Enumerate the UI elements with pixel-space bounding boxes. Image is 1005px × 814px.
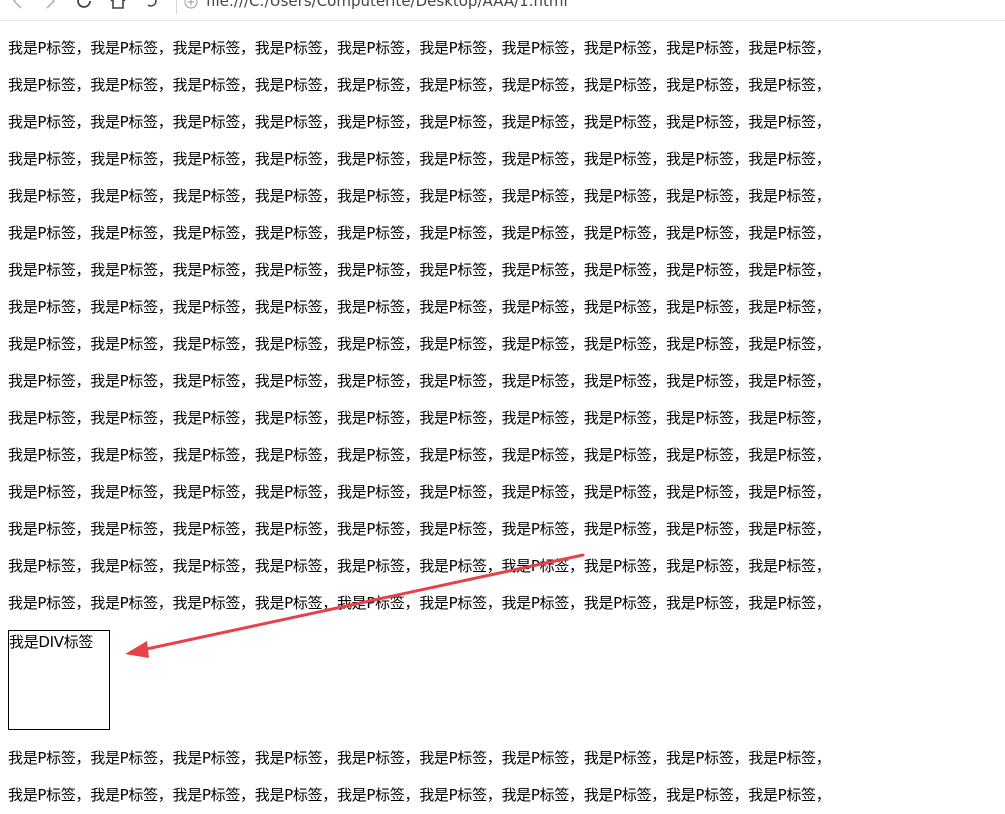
browser-toolbar: file:///C:/Users/Computerite/Desktop/AAA…: [0, 0, 1005, 21]
p-paragraph: 我是P标签，我是P标签，我是P标签，我是P标签，我是P标签，我是P标签，我是P标…: [8, 224, 831, 242]
reload-icon[interactable]: [74, 0, 94, 11]
p-paragraph: 我是P标签，我是P标签，我是P标签，我是P标签，我是P标签，我是P标签，我是P标…: [8, 446, 831, 464]
p-paragraph: 我是P标签，我是P标签，我是P标签，我是P标签，我是P标签，我是P标签，我是P标…: [8, 520, 831, 538]
p-paragraph: 我是P标签，我是P标签，我是P标签，我是P标签，我是P标签，我是P标签，我是P标…: [8, 372, 831, 390]
forward-icon[interactable]: [40, 0, 60, 11]
p-paragraph: 我是P标签，我是P标签，我是P标签，我是P标签，我是P标签，我是P标签，我是P标…: [8, 594, 831, 612]
p-paragraph: 我是P标签，我是P标签，我是P标签，我是P标签，我是P标签，我是P标签，我是P标…: [8, 76, 831, 94]
p-paragraph: 我是P标签，我是P标签，我是P标签，我是P标签，我是P标签，我是P标签，我是P标…: [8, 335, 831, 353]
p-paragraph: 我是P标签，我是P标签，我是P标签，我是P标签，我是P标签，我是P标签，我是P标…: [8, 39, 831, 57]
p-paragraph: 我是P标签，我是P标签，我是P标签，我是P标签，我是P标签，我是P标签，我是P标…: [8, 786, 831, 804]
back-icon[interactable]: [8, 0, 28, 11]
address-bar[interactable]: file:///C:/Users/Computerite/Desktop/AAA…: [206, 0, 568, 10]
add-tab-icon[interactable]: [184, 0, 198, 9]
p-paragraph: 我是P标签，我是P标签，我是P标签，我是P标签，我是P标签，我是P标签，我是P标…: [8, 187, 831, 205]
p-paragraph: 我是P标签，我是P标签，我是P标签，我是P标签，我是P标签，我是P标签，我是P标…: [8, 150, 831, 168]
address-separator: [176, 0, 177, 14]
undo-icon[interactable]: [142, 0, 162, 11]
p-paragraph: 我是P标签，我是P标签，我是P标签，我是P标签，我是P标签，我是P标签，我是P标…: [8, 409, 831, 427]
div-box: 我是DIV标签: [8, 630, 110, 730]
p-rows-before: 我是P标签，我是P标签，我是P标签，我是P标签，我是P标签，我是P标签，我是P标…: [8, 30, 998, 622]
p-paragraph: 我是P标签，我是P标签，我是P标签，我是P标签，我是P标签，我是P标签，我是P标…: [8, 113, 831, 131]
p-paragraph: 我是P标签，我是P标签，我是P标签，我是P标签，我是P标签，我是P标签，我是P标…: [8, 749, 831, 767]
home-icon[interactable]: [108, 0, 128, 11]
p-paragraph: 我是P标签，我是P标签，我是P标签，我是P标签，我是P标签，我是P标签，我是P标…: [8, 298, 831, 316]
page-content: 我是P标签，我是P标签，我是P标签，我是P标签，我是P标签，我是P标签，我是P标…: [8, 20, 998, 814]
p-paragraph: 我是P标签，我是P标签，我是P标签，我是P标签，我是P标签，我是P标签，我是P标…: [8, 483, 831, 501]
p-paragraph: 我是P标签，我是P标签，我是P标签，我是P标签，我是P标签，我是P标签，我是P标…: [8, 557, 831, 575]
p-paragraph: 我是P标签，我是P标签，我是P标签，我是P标签，我是P标签，我是P标签，我是P标…: [8, 261, 831, 279]
